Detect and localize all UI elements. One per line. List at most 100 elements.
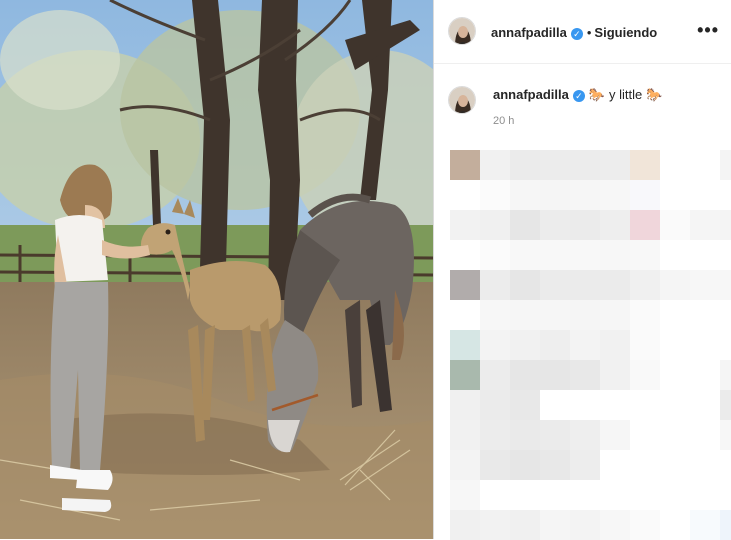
pixel-block [480,270,510,300]
pixel-block [450,420,480,450]
pixel-row [450,330,731,360]
pixel-block [480,300,510,330]
pixel-block [690,510,720,540]
more-options-icon[interactable]: ••• [697,20,719,40]
pixel-block [690,330,720,360]
pixel-block [720,240,731,270]
avatar[interactable] [448,17,476,45]
pixel-block [480,510,510,540]
post-side-panel: annafpadilla ✓ • Siguiendo ••• annafpadilla… [434,0,731,540]
pixel-block [630,180,660,210]
pixel-block [630,240,660,270]
pixel-block [720,420,731,450]
post-photo[interactable] [0,0,433,539]
pixel-block [630,510,660,540]
pixel-block [720,450,731,480]
pixel-row [450,510,731,540]
pixelated-comments-area [434,150,731,540]
pixel-block [690,420,720,450]
caption-avatar[interactable] [448,86,476,114]
pixel-block [480,330,510,360]
pixel-block [690,480,720,510]
pixel-block [510,300,540,330]
pixel-block [720,270,731,300]
pixel-block [720,300,731,330]
pixel-block [600,330,630,360]
photo-scene [0,0,433,539]
pixel-block [450,270,480,300]
pixel-block [510,450,540,480]
pixel-block [660,300,690,330]
pixel-block [510,180,540,210]
pixel-block [450,330,480,360]
pixel-block [690,450,720,480]
pixel-block [510,210,540,240]
pixel-block [630,480,660,510]
pixel-block [510,360,540,390]
pixel-block [510,150,540,180]
pixel-block [510,390,540,420]
verified-badge-icon: ✓ [572,90,585,102]
pixel-row [450,420,731,450]
pixel-block [690,390,720,420]
pixel-block [690,180,720,210]
pixel-block [600,240,630,270]
pixel-block [660,180,690,210]
pixel-block [540,360,570,390]
pixel-block [570,510,600,540]
username-link[interactable]: annafpadilla [491,25,567,40]
pixel-row [450,180,731,210]
pixel-block [570,210,600,240]
pixel-block [660,510,690,540]
pixel-block [660,330,690,360]
caption-username-link[interactable]: annafpadilla [493,87,569,102]
post-timestamp[interactable]: 20 h [493,115,514,127]
pixel-block [600,510,630,540]
pixel-block [630,150,660,180]
pixel-block [660,420,690,450]
pixel-block [510,510,540,540]
horse-emoji-icon: 🐎 [646,87,663,102]
pixel-block [450,510,480,540]
pixel-block [570,150,600,180]
pixel-block [600,150,630,180]
pixel-block [630,270,660,300]
pixel-block [690,360,720,390]
verified-badge-icon: ✓ [570,28,583,40]
pixel-block [450,390,480,420]
pixel-block [450,210,480,240]
pixel-block [690,240,720,270]
pixel-block [630,450,660,480]
pixel-block [450,150,480,180]
pixel-block [570,360,600,390]
pixel-block [720,180,731,210]
pixel-block [720,360,731,390]
pixel-block [570,390,600,420]
pixel-block [600,360,630,390]
following-button[interactable]: Siguiendo [594,25,657,40]
pixel-block [570,270,600,300]
pixel-block [540,150,570,180]
pixel-block [570,420,600,450]
avatar-image [449,18,475,44]
pixel-block [540,390,570,420]
pixel-block [510,270,540,300]
pixel-block [570,180,600,210]
pixel-block [570,480,600,510]
pixel-block [450,450,480,480]
caption: annafpadilla ✓ 🐎 y little 🐎 [493,87,662,103]
pixel-block [540,180,570,210]
pixel-block [690,300,720,330]
pixel-block [480,450,510,480]
pixel-block [510,480,540,510]
post-header: annafpadilla ✓ • Siguiendo ••• [434,0,731,64]
pixel-row [450,210,731,240]
pixel-block [540,510,570,540]
pixel-block [720,210,731,240]
pixel-block [570,300,600,330]
pixel-block [720,330,731,360]
pixel-block [450,180,480,210]
pixel-block [660,270,690,300]
pixel-block [480,150,510,180]
pixel-block [630,420,660,450]
